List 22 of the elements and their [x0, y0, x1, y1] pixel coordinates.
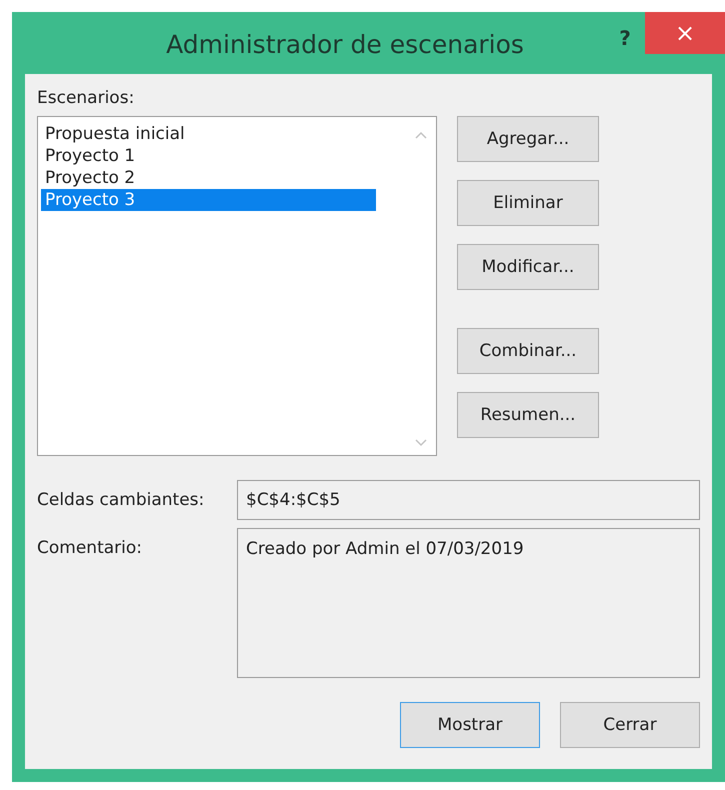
- scroll-down-icon[interactable]: [415, 439, 427, 447]
- comment-label: Comentario:: [37, 537, 142, 558]
- window-title: Administrador de escenarios: [165, 29, 525, 59]
- scenario-item[interactable]: Proyecto 3: [41, 189, 376, 211]
- help-button[interactable]: ?: [605, 18, 645, 58]
- scenarios-label: Escenarios:: [37, 88, 134, 108]
- dialog-button[interactable]: Modificar...: [457, 244, 599, 290]
- dialog-button[interactable]: Eliminar: [457, 180, 599, 226]
- scenario-list[interactable]: Propuesta inicial Proyecto 1 Proyecto 2 Proyecto 3: [37, 116, 437, 456]
- dialog-button[interactable]: Agregar...: [457, 116, 599, 162]
- scenario-item[interactable]: Propuesta inicial: [41, 123, 376, 145]
- scenario-item[interactable]: Proyecto 2: [41, 167, 376, 189]
- dialog-button[interactable]: Resumen...: [457, 392, 599, 438]
- dialog-button[interactable]: Combinar...: [457, 328, 599, 374]
- dialog-button[interactable]: Mostrar: [400, 702, 540, 748]
- changing-cells-label: Celdas cambiantes:: [37, 489, 204, 510]
- changing-cells-field[interactable]: $C$4:$C$5: [237, 480, 700, 520]
- dialog-button[interactable]: Cerrar: [560, 702, 700, 748]
- comment-field[interactable]: Creado por Admin el 07/03/2019: [237, 528, 700, 678]
- scenario-item[interactable]: Proyecto 1: [41, 145, 376, 167]
- close-button[interactable]: ×: [645, 12, 725, 54]
- scroll-up-icon[interactable]: [415, 131, 427, 139]
